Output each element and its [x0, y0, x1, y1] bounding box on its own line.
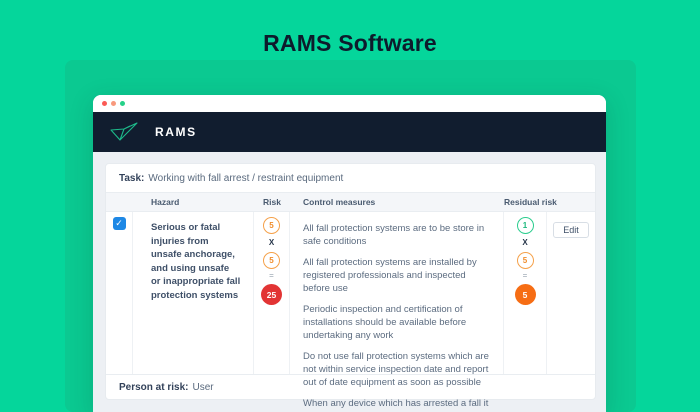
header-control-measures: Control measures: [303, 197, 376, 207]
risk-cell: 5 X 5 = 25: [254, 212, 290, 374]
control-measure: When any device which has arrested a fal…: [303, 398, 489, 412]
browser-titlebar: [93, 95, 606, 112]
residual-risk-cell: 1 X 5 = 5: [504, 212, 547, 374]
rams-logo-icon: [109, 121, 139, 143]
browser-window: RAMS Task: Working with fall arrest / re…: [93, 95, 606, 412]
task-row: Task: Working with fall arrest / restrai…: [106, 164, 595, 192]
control-measure: All fall protection systems are installe…: [303, 257, 477, 294]
edit-cell: Edit: [547, 212, 595, 374]
residual-likelihood-badge: 1: [516, 217, 534, 234]
person-at-risk-label: Person at risk:: [119, 381, 189, 393]
close-window-icon[interactable]: [102, 101, 107, 106]
hazard-text: Serious or fatal injuries from unsafe an…: [151, 222, 241, 301]
minimize-window-icon[interactable]: [111, 101, 116, 106]
residual-equals-operator: =: [522, 271, 528, 280]
control-measures-cell: All fall protection systems are to be st…: [290, 212, 504, 412]
risk-severity-badge: 5: [263, 252, 280, 269]
risk-equals-operator: =: [269, 271, 274, 280]
control-measure: All fall protection systems are to be st…: [303, 223, 485, 247]
edit-button[interactable]: Edit: [553, 222, 589, 238]
hazard-cell: Serious or fatal injuries from unsafe an…: [133, 212, 254, 374]
table-row: ✓ Serious or fatal injuries from unsafe …: [106, 212, 595, 412]
fullscreen-window-icon[interactable]: [120, 101, 125, 106]
table-header-row: Hazard Risk Control measures Residual ri…: [106, 192, 595, 212]
residual-score-badge: 5: [514, 284, 536, 305]
control-measure: Do not use fall protection systems which…: [303, 351, 489, 388]
app-header: RAMS: [93, 112, 606, 152]
control-measure: Periodic inspection and certification of…: [303, 304, 467, 341]
risk-multiply-operator: X: [268, 238, 275, 247]
risk-likelihood-badge: 5: [263, 217, 280, 234]
header-risk: Risk: [263, 197, 281, 207]
residual-multiply-operator: X: [522, 238, 528, 247]
header-residual-risk: Residual risk: [504, 197, 557, 207]
row-checkbox[interactable]: ✓: [112, 217, 126, 230]
task-label: Task:: [119, 172, 145, 184]
page-title: RAMS Software: [263, 30, 437, 56]
checkmark-icon: ✓: [115, 218, 123, 228]
brand-name: RAMS: [155, 125, 197, 139]
risk-assessment-card: Task: Working with fall arrest / restrai…: [105, 163, 596, 412]
person-at-risk-value: User: [192, 381, 214, 393]
header-hazard: Hazard: [151, 197, 180, 207]
select-cell: ✓: [106, 212, 133, 374]
residual-severity-badge: 5: [516, 252, 534, 269]
task-value: Working with fall arrest / restraint equ…: [148, 172, 344, 184]
risk-score-badge: 25: [261, 284, 282, 305]
